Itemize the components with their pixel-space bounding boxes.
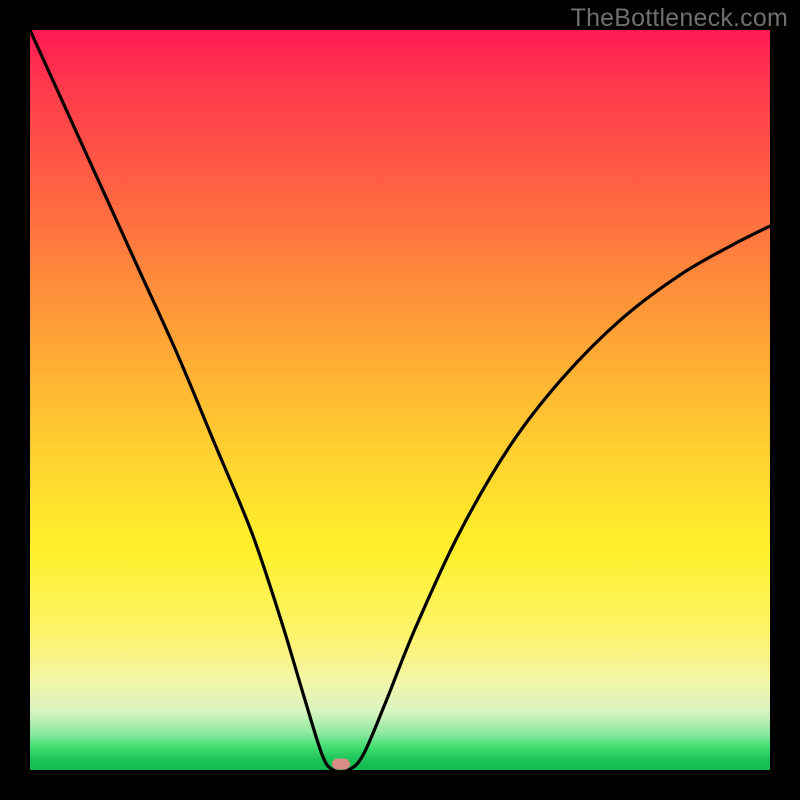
- plot-area: [30, 30, 770, 770]
- curve-layer: [30, 30, 770, 770]
- bottleneck-curve: [30, 30, 770, 770]
- watermark-text: TheBottleneck.com: [571, 4, 788, 33]
- chart-root: TheBottleneck.com: [0, 0, 800, 800]
- optimal-point-marker: [332, 759, 350, 770]
